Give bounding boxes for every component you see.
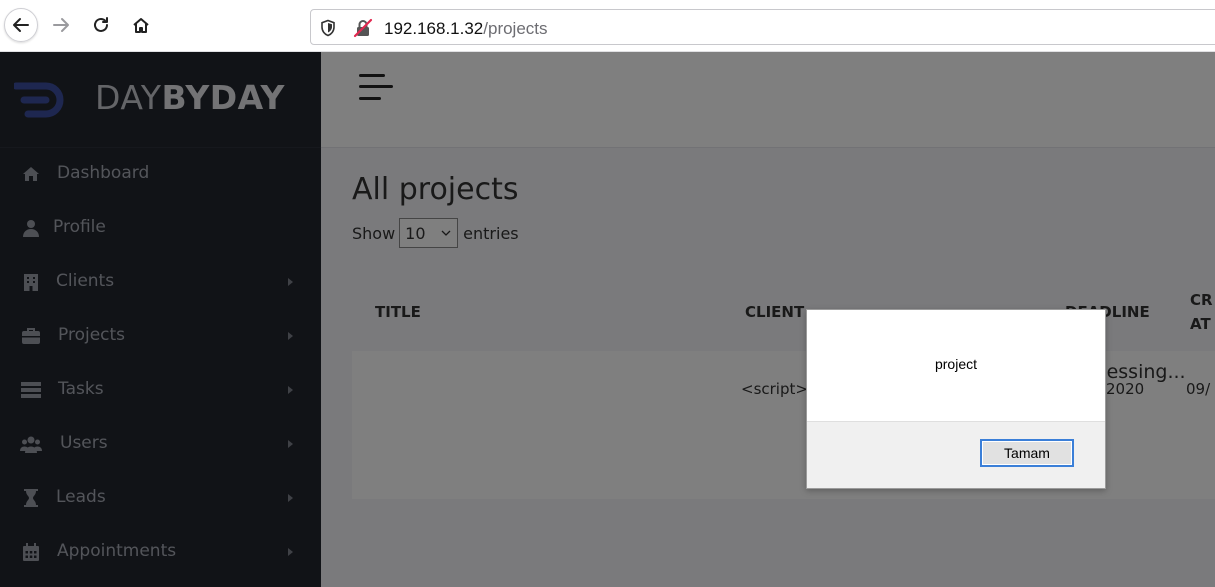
ok-button[interactable]: Tamam (980, 439, 1074, 467)
url-path: /projects (483, 19, 548, 38)
reload-icon (94, 17, 108, 32)
url-text[interactable]: 192.168.1.32/projects (384, 19, 548, 39)
reload-button[interactable] (84, 8, 118, 42)
browser-toolbar: 192.168.1.32/projects (0, 0, 1215, 52)
back-button[interactable] (4, 8, 38, 42)
arrow-left-icon (13, 18, 29, 32)
alert-dialog-footer: Tamam (807, 421, 1105, 488)
arrow-right-icon (53, 18, 69, 32)
home-icon (133, 18, 149, 33)
forward-button[interactable] (44, 8, 78, 42)
alert-dialog: project Tamam (806, 309, 1106, 489)
url-bar[interactable]: 192.168.1.32/projects (310, 9, 1215, 45)
alert-message: project (934, 356, 978, 372)
insecure-lock-icon[interactable] (353, 18, 373, 38)
alert-dialog-body: project (807, 310, 1105, 421)
shield-icon[interactable] (319, 19, 337, 37)
home-button[interactable] (124, 8, 158, 42)
url-host: 192.168.1.32 (384, 19, 484, 38)
